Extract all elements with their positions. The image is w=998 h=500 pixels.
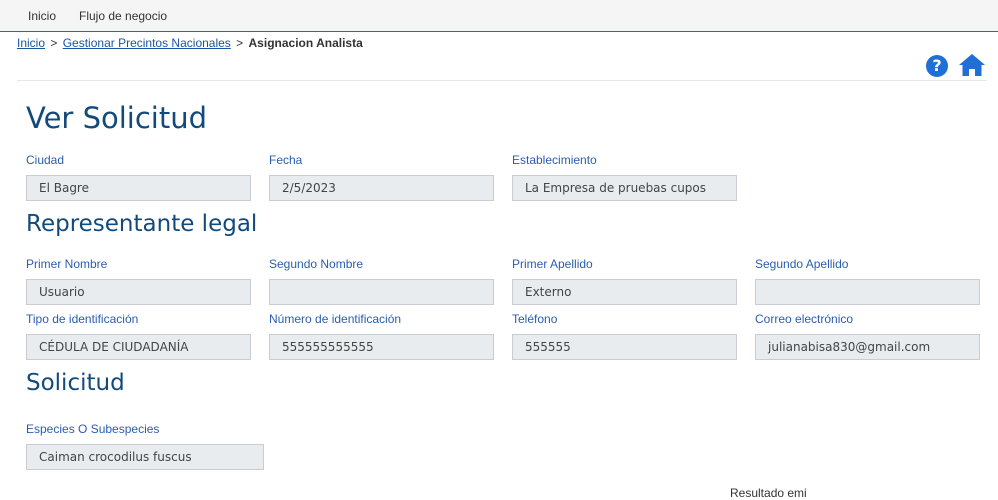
fecha-label: Fecha	[269, 153, 303, 167]
primer-nombre-label: Primer Nombre	[26, 257, 108, 271]
especies-field[interactable]: Caiman crocodilus fuscus	[26, 444, 264, 470]
primer-nombre-field[interactable]: Usuario	[26, 279, 251, 305]
breadcrumb-separator: >	[50, 36, 58, 50]
breadcrumb-link-gestionar-precintos[interactable]: Gestionar Precintos Nacionales	[63, 36, 231, 50]
numero-identificacion-label: Número de identificación	[269, 312, 402, 326]
breadcrumb-separator: >	[236, 36, 244, 50]
correo-field[interactable]: julianabisa830@gmail.com	[755, 334, 980, 360]
telefono-label: Teléfono	[512, 312, 558, 326]
numero-identificacion-field[interactable]: 555555555555	[269, 334, 494, 360]
top-navbar: Inicio Flujo de negocio	[0, 0, 998, 32]
solicitud-section-title: Solicitud	[26, 370, 125, 396]
segundo-nombre-field[interactable]	[269, 279, 494, 305]
help-circle-icon[interactable]: ?	[926, 55, 948, 77]
tipo-identificacion-field[interactable]: CÉDULA DE CIUDADANÍA	[26, 334, 251, 360]
nav-item-flujo-de-negocio[interactable]: Flujo de negocio	[79, 9, 167, 23]
primer-apellido-field[interactable]: Externo	[512, 279, 737, 305]
segundo-apellido-field[interactable]	[755, 279, 980, 305]
fecha-field[interactable]: 2/5/2023	[269, 175, 494, 201]
primer-apellido-label: Primer Apellido	[512, 257, 593, 271]
establecimiento-field[interactable]: La Empresa de pruebas cupos	[512, 175, 737, 201]
home-icon[interactable]	[958, 52, 986, 78]
ciudad-field[interactable]: El Bagre	[26, 175, 251, 201]
segundo-apellido-label: Segundo Apellido	[755, 257, 849, 271]
resultado-label: Resultado emi	[730, 486, 807, 500]
header-divider	[17, 80, 987, 81]
breadcrumb-link-inicio[interactable]: Inicio	[17, 36, 45, 50]
ciudad-label: Ciudad	[26, 153, 65, 167]
breadcrumb: Inicio > Gestionar Precintos Nacionales …	[17, 36, 363, 50]
especies-label: Especies O Subespecies	[26, 422, 160, 436]
nav-item-inicio[interactable]: Inicio	[28, 9, 56, 23]
telefono-field[interactable]: 555555	[512, 334, 737, 360]
establecimiento-label: Establecimiento	[512, 153, 597, 167]
segundo-nombre-label: Segundo Nombre	[269, 257, 364, 271]
correo-label: Correo electrónico	[755, 312, 854, 326]
representante-section-title: Representante legal	[26, 211, 258, 237]
breadcrumb-current: Asignacion Analista	[248, 36, 363, 50]
tipo-identificacion-label: Tipo de identificación	[26, 312, 139, 326]
page-title: Ver Solicitud	[26, 101, 207, 135]
